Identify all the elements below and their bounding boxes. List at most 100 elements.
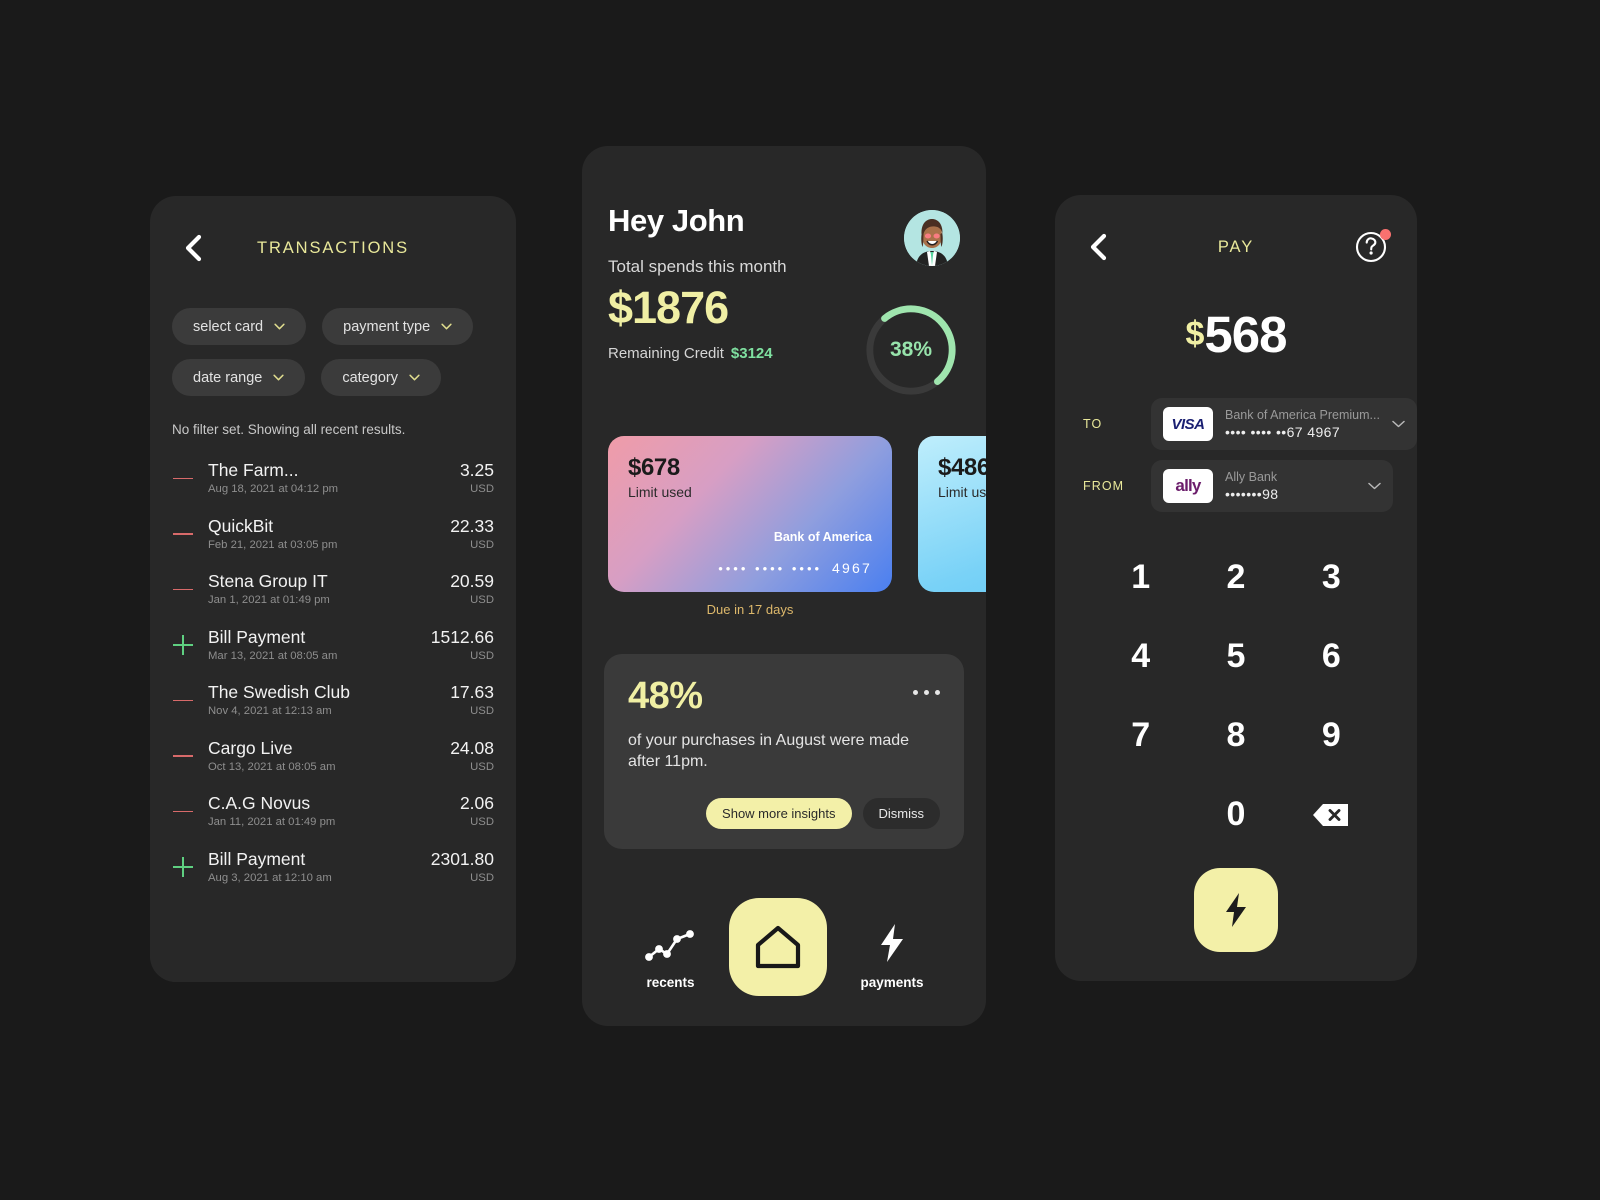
transaction-date: Mar 13, 2021 at 08:05 am [208, 649, 338, 662]
amount-value: 568 [1204, 306, 1287, 363]
page-title: Hey John [608, 203, 745, 238]
minus-icon [172, 523, 194, 545]
transaction-currency: USD [470, 871, 494, 884]
tab-payments[interactable]: payments [860, 922, 923, 990]
tab-recents[interactable]: recents [644, 930, 696, 990]
transaction-name: C.A.G Novus [208, 793, 311, 814]
account-name: Ally Bank [1225, 470, 1278, 484]
home-icon [756, 925, 801, 969]
backspace-key[interactable] [1284, 775, 1379, 854]
transaction-currency: USD [470, 594, 494, 607]
ally-logo: ally [1163, 469, 1213, 503]
transaction-date: Jan 11, 2021 at 01:49 pm [208, 816, 336, 829]
account-name: Bank of America Premium... [1225, 408, 1380, 422]
transaction-amount: 20.59 [450, 571, 494, 592]
filter-chip-payment-type[interactable]: payment type [322, 308, 474, 345]
table-row[interactable]: Stena Group IT Jan 1, 2021 at 01:49 pm 2… [172, 562, 494, 618]
transaction-amount: 17.63 [450, 682, 494, 703]
filter-chip-category[interactable]: category [321, 359, 441, 396]
key-2[interactable]: 2 [1188, 538, 1283, 617]
table-row[interactable]: The Farm... Aug 18, 2021 at 04:12 pm 3.2… [172, 451, 494, 507]
card-limit-used-amount: $486 [938, 454, 986, 481]
chevron-down-icon [1392, 420, 1405, 428]
filter-status-text: No filter set. Showing all recent result… [172, 422, 406, 437]
transaction-date: Nov 4, 2021 at 12:13 am [208, 705, 332, 718]
transaction-name: Bill Payment [208, 626, 306, 647]
key-3[interactable]: 3 [1284, 538, 1379, 617]
key-9[interactable]: 9 [1284, 696, 1379, 775]
transaction-name: Stena Group IT [208, 571, 328, 592]
transaction-amount: 3.25 [459, 460, 494, 481]
credit-cards-carousel[interactable]: $678 Limit used Bank of America •••• •••… [608, 436, 986, 592]
show-more-insights-button[interactable]: Show more insights [706, 798, 852, 829]
card-number: •••• •••• •••• 4967 [718, 560, 872, 576]
key-4[interactable]: 4 [1093, 617, 1188, 696]
tab-label: payments [860, 975, 924, 990]
filter-chip-label: select card [193, 318, 264, 335]
table-row[interactable]: C.A.G Novus Jan 11, 2021 at 01:49 pm 2.0… [172, 784, 494, 840]
transaction-date: Oct 13, 2021 at 08:05 am [208, 760, 336, 773]
transaction-amount: 2301.80 [430, 848, 494, 869]
chevron-down-icon [1368, 482, 1381, 490]
table-row[interactable]: Bill Payment Mar 13, 2021 at 08:05 am 15… [172, 618, 494, 674]
to-account-select[interactable]: VISA Bank of America Premium... •••• •••… [1151, 398, 1417, 450]
plus-icon [172, 856, 194, 878]
card-limit-used-amount: $678 [628, 454, 680, 481]
table-row[interactable]: Cargo Live Oct 13, 2021 at 08:05 am 24.0… [172, 729, 494, 785]
help-circle-icon[interactable] [1355, 229, 1391, 264]
send-payment-button[interactable] [1194, 868, 1278, 952]
credit-card[interactable]: $486 Limit used [918, 436, 986, 592]
lightning-bolt-icon [880, 924, 903, 962]
account-selectors: TO VISA Bank of America Premium... •••• … [1055, 398, 1417, 512]
transaction-currency: USD [470, 816, 494, 829]
card-limit-used-label: Limit used [628, 484, 692, 500]
key-5[interactable]: 5 [1188, 617, 1283, 696]
key-7[interactable]: 7 [1093, 696, 1188, 775]
table-row[interactable]: QuickBit Feb 21, 2021 at 03:05 pm 22.33 … [172, 507, 494, 563]
insight-card: 48% of your purchases in August were mad… [604, 654, 964, 849]
dismiss-button[interactable]: Dismiss [862, 798, 940, 829]
insight-percent: 48% [628, 675, 703, 717]
transaction-name: Cargo Live [208, 737, 293, 758]
visa-logo: VISA [1163, 407, 1213, 441]
transaction-date: Feb 21, 2021 at 03:05 pm [208, 538, 338, 551]
table-row[interactable]: Bill Payment Aug 3, 2021 at 12:10 am 230… [172, 840, 494, 896]
lightning-bolt-icon [1226, 893, 1246, 927]
pay-amount: $568 [1055, 305, 1417, 364]
chevron-left-icon[interactable] [1085, 233, 1111, 261]
pay-panel: PAY $568 TO VISA Bank of America Premium… [1055, 195, 1417, 981]
page-title: TRANSACTIONS [256, 238, 410, 257]
pay-header: PAY [1055, 195, 1417, 299]
total-spend-amount: $1876 [608, 282, 729, 333]
transaction-name: The Farm... [208, 460, 299, 481]
transaction-amount: 1512.66 [430, 626, 494, 647]
account-tag: FROM [1083, 479, 1125, 493]
home-panel: Hey John Total spends this month $1876 R… [582, 146, 986, 1026]
spend-progress-ring: 38% [862, 301, 960, 399]
more-horizontal-icon[interactable] [913, 690, 940, 695]
account-number: •••••••98 [1225, 486, 1279, 502]
credit-card[interactable]: $678 Limit used Bank of America •••• •••… [608, 436, 892, 592]
key-0[interactable]: 0 [1188, 775, 1283, 854]
tab-label: recents [646, 975, 695, 990]
tab-home[interactable] [729, 898, 828, 996]
key-1[interactable]: 1 [1093, 538, 1188, 617]
avatar[interactable] [904, 210, 960, 266]
chevron-left-icon[interactable] [180, 234, 206, 262]
from-account-select[interactable]: ally Ally Bank •••••••98 [1151, 460, 1393, 512]
transaction-currency: USD [470, 649, 494, 662]
remaining-credit-value: $3124 [730, 345, 773, 362]
transaction-date: Jan 1, 2021 at 01:49 pm [208, 594, 330, 607]
transaction-date: Aug 18, 2021 at 04:12 pm [208, 483, 339, 496]
filter-chip-date-range[interactable]: date range [172, 359, 306, 396]
table-row[interactable]: The Swedish Club Nov 4, 2021 at 12:13 am… [172, 673, 494, 729]
transaction-amount: 2.06 [459, 793, 494, 814]
remaining-credit-label: Remaining Credit [608, 345, 724, 362]
filter-chip-label: category [342, 369, 398, 386]
minus-icon [172, 690, 194, 712]
progress-percent-label: 38% [889, 338, 933, 361]
key-6[interactable]: 6 [1284, 617, 1379, 696]
card-due-note: Due in 17 days [706, 602, 794, 617]
filter-chip-select-card[interactable]: select card [172, 308, 307, 345]
key-8[interactable]: 8 [1188, 696, 1283, 775]
